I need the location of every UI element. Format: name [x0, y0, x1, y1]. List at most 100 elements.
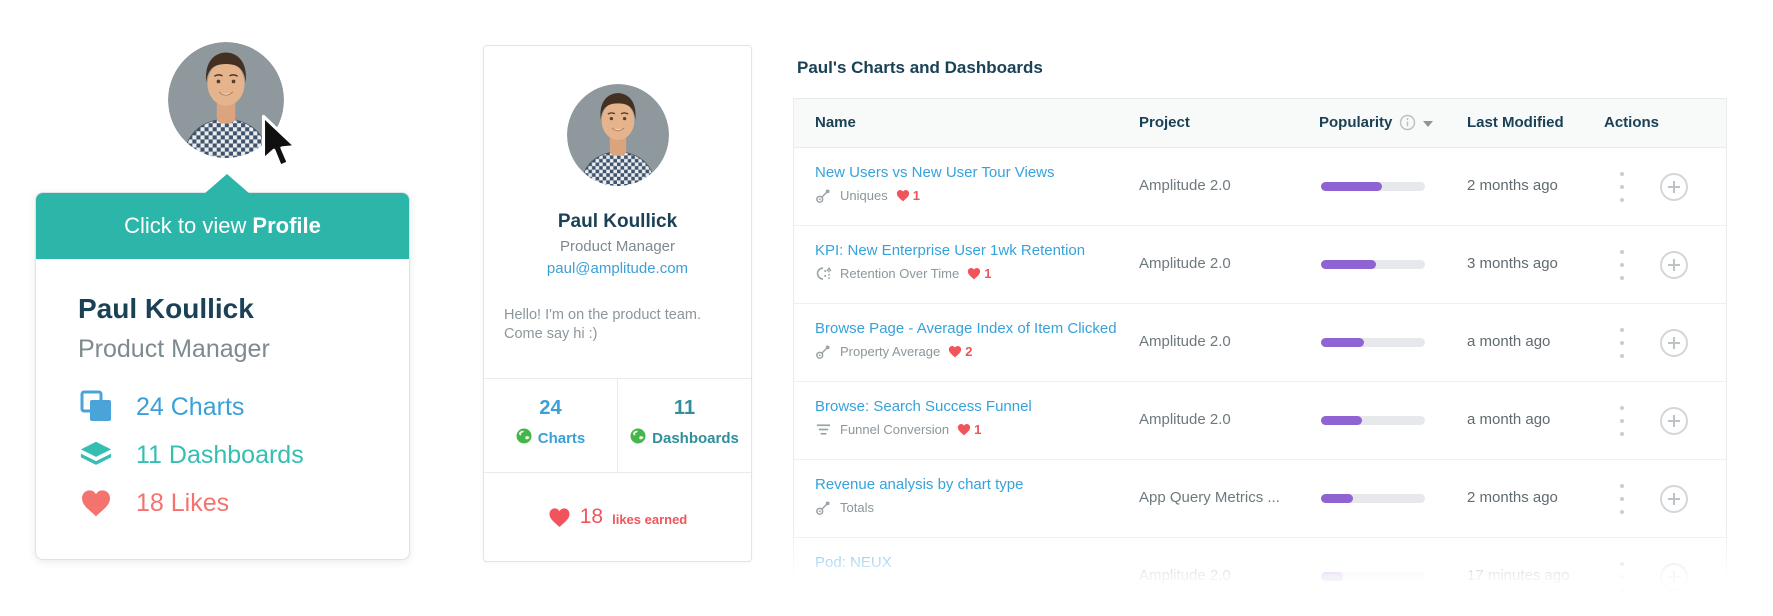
dashboards-count: 11 [673, 397, 696, 419]
table-row[interactable]: Browse Page - Average Index of Item Clic… [794, 304, 1726, 382]
row-last-modified: 3 months ago [1467, 255, 1558, 272]
table-title: Paul's Charts and Dashboards [797, 58, 1043, 77]
popularity-label: Popularity [1319, 114, 1393, 131]
stat-charts: 24 Charts [78, 390, 409, 424]
charts-table: Name Project Popularity Last Modified Ac… [793, 98, 1727, 616]
row-last-modified: a month ago [1467, 411, 1551, 428]
dashboards-label: Dashboards [652, 429, 739, 447]
row-subtitle: Retention Over Time 1 [815, 265, 1125, 282]
kebab-menu-button[interactable] [1616, 250, 1628, 280]
popularity-bar-fill [1321, 572, 1343, 581]
add-to-dashboard-button[interactable] [1660, 173, 1688, 201]
heart-icon [78, 486, 114, 520]
user-name: Paul Koullick [557, 211, 678, 232]
row-subtitle: Property Average 2 [815, 343, 1125, 360]
popularity-bar [1321, 338, 1425, 347]
profile-tooltip: Click to view Profile Paul Koullick Prod… [35, 174, 410, 560]
chevron-down-icon[interactable] [1423, 120, 1434, 127]
row-type-label: Retention Over Time [840, 266, 960, 281]
layers-icon [78, 438, 114, 472]
kebab-menu-button[interactable] [1616, 484, 1628, 514]
table-row[interactable]: New Users vs New User Tour Views Uniques… [794, 148, 1726, 226]
avatar[interactable] [567, 84, 669, 186]
tooltip-header-text: Click to view [124, 213, 247, 238]
table-row[interactable]: KPI: New Enterprise User 1wk Retention R… [794, 226, 1726, 304]
add-to-dashboard-button[interactable] [1660, 563, 1688, 591]
row-project: App Query Metrics ... [1139, 489, 1280, 506]
chart-name-link[interactable]: Browse: Search Success Funnel [815, 398, 1125, 415]
profile-stat-dashboards[interactable]: 11 Dashboards [617, 379, 751, 472]
add-to-dashboard-button[interactable] [1660, 251, 1688, 279]
row-likes: 2 [948, 344, 972, 359]
column-header-popularity[interactable]: Popularity [1319, 114, 1434, 131]
likes-label: likes earned [612, 511, 688, 527]
chart-name-link[interactable]: New Users vs New User Tour Views [815, 164, 1125, 181]
tooltip-arrow [204, 174, 250, 194]
add-to-dashboard-button[interactable] [1660, 407, 1688, 435]
column-header-project: Project [1139, 114, 1190, 131]
globe-icon [630, 428, 646, 448]
row-type-label: Property Average [840, 344, 941, 359]
row-likes: 1 [896, 188, 920, 203]
row-last-modified: 2 months ago [1467, 489, 1558, 506]
heart-icon [958, 423, 971, 436]
row-subtitle: Uniques 1 [815, 187, 1125, 204]
heart-icon [968, 267, 981, 280]
chart-name-link[interactable]: Browse Page - Average Index of Item Clic… [815, 320, 1125, 337]
globe-icon [516, 428, 532, 448]
row-likes: 1 [967, 266, 991, 281]
chart-name-link[interactable]: Pod: NEUX [815, 554, 1125, 571]
popularity-bar [1321, 494, 1425, 503]
column-header-actions: Actions [1604, 114, 1660, 131]
table-row[interactable]: Revenue analysis by chart type Totals Ap… [794, 460, 1726, 538]
likes-count: 18 [579, 505, 604, 528]
stat-charts-label: 24 Charts [136, 392, 245, 421]
page: Click to view Profile Paul Koullick Prod… [0, 0, 1773, 616]
row-likes-count: 1 [984, 266, 992, 281]
popularity-bar [1321, 572, 1425, 581]
row-likes: 1 [957, 422, 981, 437]
measure-icon [815, 499, 832, 516]
user-role: Product Manager [78, 335, 270, 363]
kebab-menu-button[interactable] [1616, 328, 1628, 358]
add-to-dashboard-button[interactable] [1660, 329, 1688, 357]
kebab-menu-button[interactable] [1616, 562, 1628, 592]
row-project: Amplitude 2.0 [1139, 255, 1231, 272]
popularity-bar [1321, 182, 1425, 191]
kebab-menu-button[interactable] [1616, 172, 1628, 202]
row-subtitle: Totals [815, 499, 1125, 516]
info-icon[interactable] [1399, 114, 1416, 131]
table-row[interactable]: Pod: NEUX Amplitude 2.0 17 minutes ago [794, 538, 1726, 616]
column-header-last-modified: Last Modified [1467, 114, 1564, 131]
likes-earned: 18 likes earned [484, 473, 751, 561]
retention-icon [815, 265, 832, 282]
stat-likes-label: 18 Likes [136, 488, 230, 517]
row-subtitle: Funnel Conversion 1 [815, 421, 1125, 438]
charts-stack-icon [78, 390, 114, 424]
table-row[interactable]: Browse: Search Success Funnel Funnel Con… [794, 382, 1726, 460]
row-project: Amplitude 2.0 [1139, 411, 1231, 428]
kebab-menu-button[interactable] [1616, 406, 1628, 436]
table-header: Name Project Popularity Last Modified Ac… [794, 99, 1726, 148]
popularity-bar [1321, 260, 1425, 269]
cursor-icon [261, 114, 297, 168]
chart-name-link[interactable]: KPI: New Enterprise User 1wk Retention [815, 242, 1125, 259]
chart-name-link[interactable]: Revenue analysis by chart type [815, 476, 1125, 493]
popularity-bar-fill [1321, 416, 1362, 425]
popularity-bar-fill [1321, 182, 1383, 191]
add-to-dashboard-button[interactable] [1660, 485, 1688, 513]
profile-stat-charts[interactable]: 24 Charts [484, 379, 617, 472]
row-likes-count: 2 [965, 344, 973, 359]
user-bio: Hello! I'm on the product team. Come say… [504, 306, 737, 344]
row-last-modified: 17 minutes ago [1467, 567, 1570, 584]
email-link[interactable]: paul@amplitude.com [484, 260, 751, 277]
charts-label: Charts [537, 429, 586, 447]
popularity-bar-fill [1321, 260, 1377, 269]
row-type-label: Totals [840, 500, 874, 515]
funnel-icon [815, 421, 832, 438]
stat-dashboards: 11 Dashboards [78, 438, 409, 472]
tooltip-header[interactable]: Click to view Profile [36, 174, 409, 259]
row-likes-count: 1 [912, 188, 920, 203]
row-project: Amplitude 2.0 [1139, 333, 1231, 350]
row-type-label: Uniques [840, 188, 888, 203]
